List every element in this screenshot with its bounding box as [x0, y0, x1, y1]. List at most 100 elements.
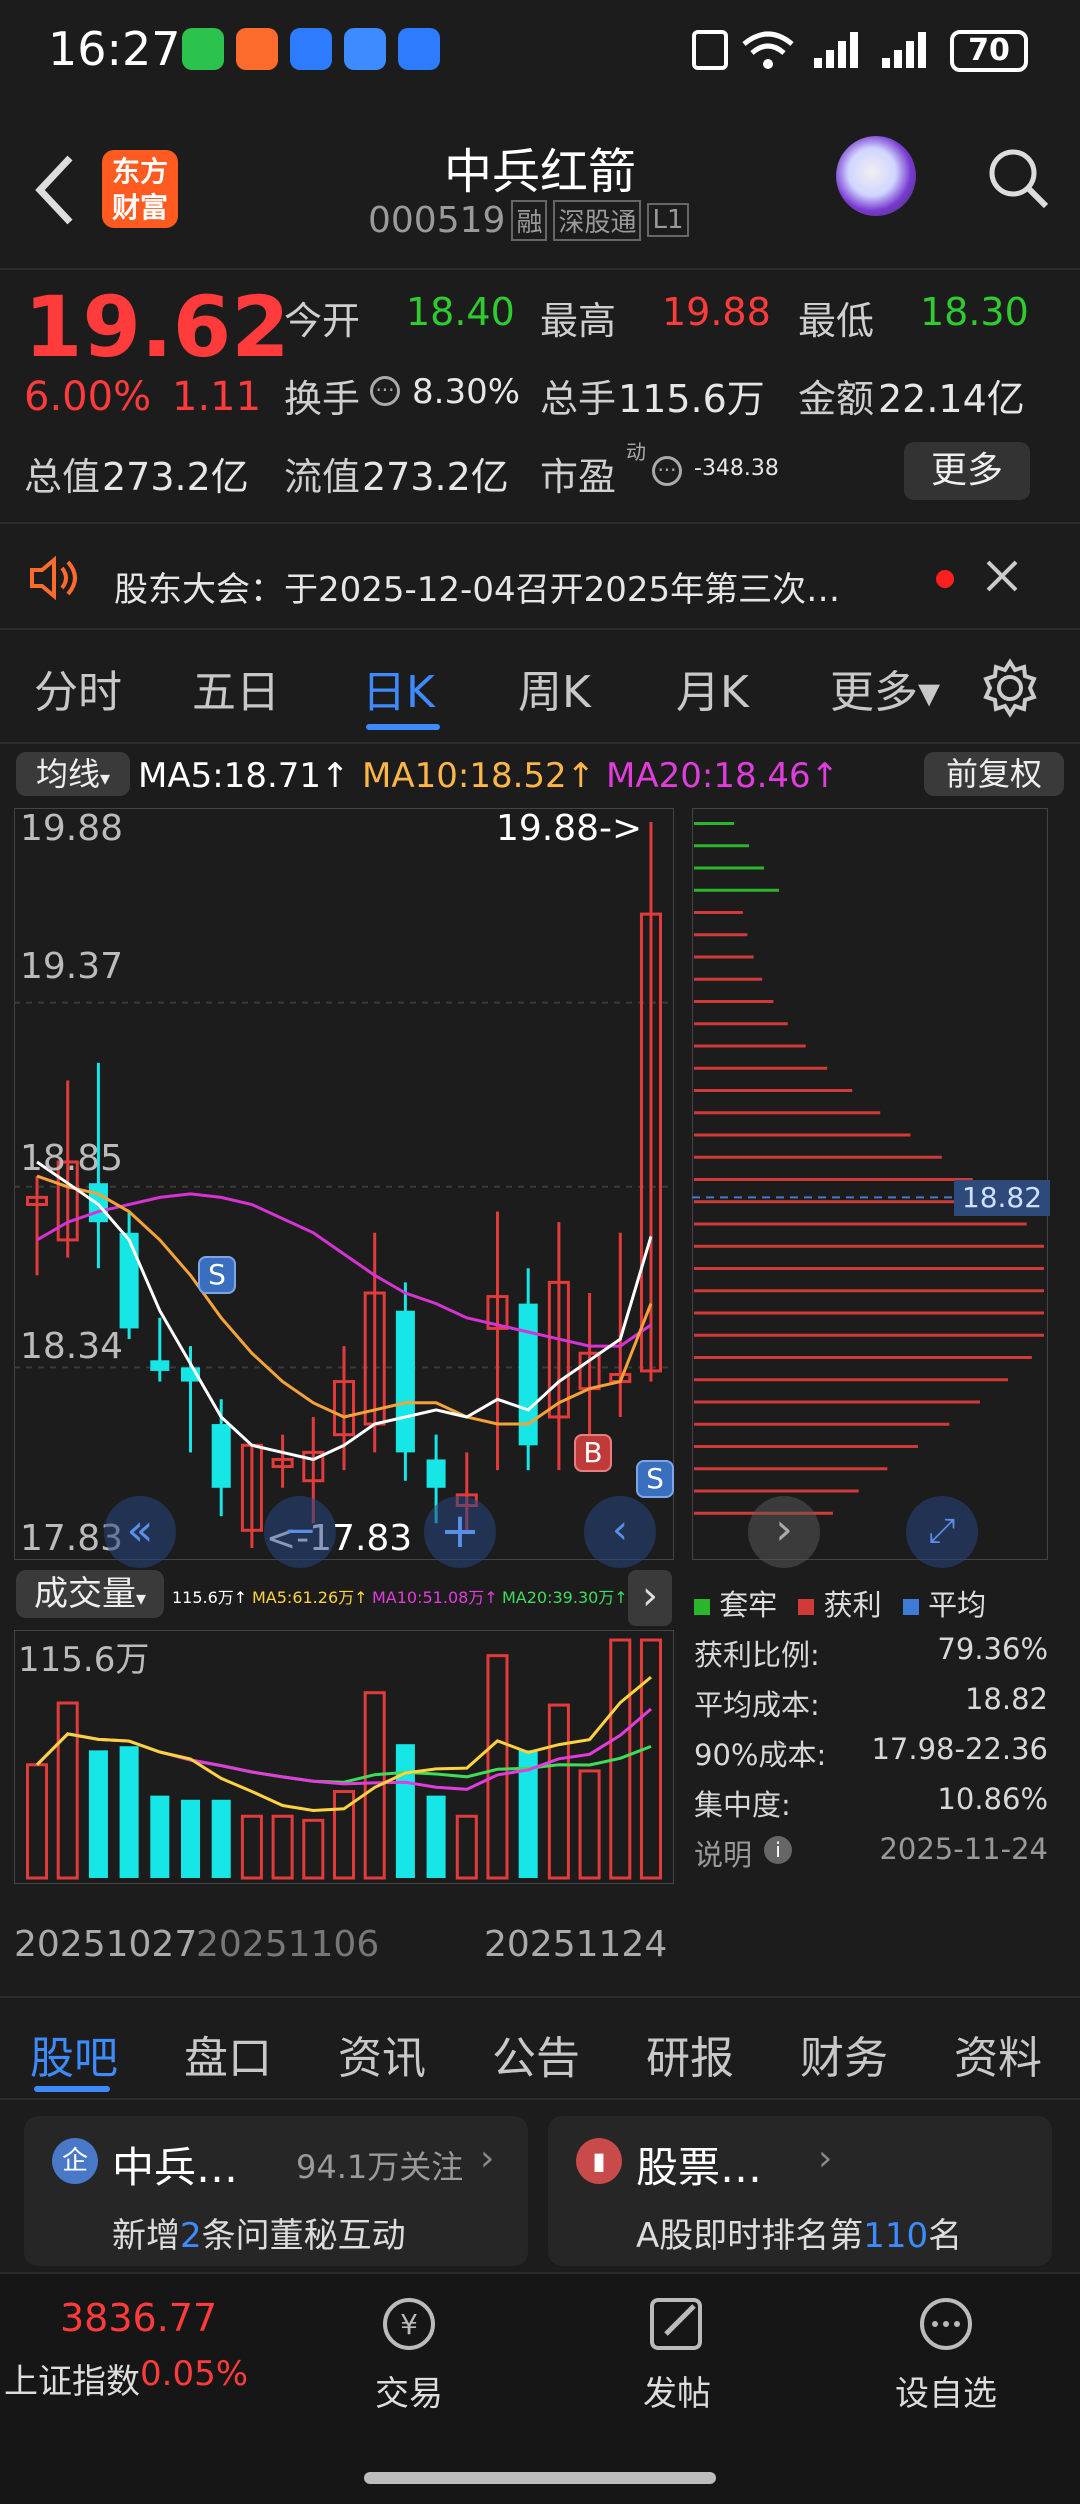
tab-announcements[interactable]: 公告	[492, 2022, 580, 2086]
tab-weekly-k[interactable]: 周K	[518, 656, 591, 720]
zoom-out-icon[interactable]: −	[264, 1496, 336, 1568]
legend-swatch-avg	[902, 1599, 919, 1615]
candle-body	[119, 1232, 139, 1329]
company-card-line: 新增2条问董秘互动	[112, 2208, 406, 2257]
chip-bar	[694, 1022, 788, 1026]
stock-code-row: 000519 融 深股通 L1	[368, 198, 728, 242]
chip-bar	[694, 911, 743, 914]
index-name: 上证指数	[4, 2362, 140, 2402]
tab-monthly-k[interactable]: 月K	[676, 656, 749, 720]
volume-value: 115.6万	[618, 377, 765, 421]
ma-selector[interactable]: 均线▾	[16, 752, 130, 796]
nav-bar: 东方 财富 中兵红箭 000519 融 深股通 L1	[0, 110, 1080, 270]
page-title: 中兵红箭	[443, 144, 636, 200]
quote-panel: 19.62 6.00% 1.11 今开 18.40 最高 19.88 最低 18…	[0, 272, 1080, 522]
sell-marker[interactable]: S	[198, 1256, 236, 1294]
low-label: 最低	[798, 299, 875, 343]
tab-daily-k[interactable]: 日K	[362, 656, 435, 720]
tab-forum[interactable]: 股吧	[30, 2022, 118, 2086]
svg-text:¥: ¥	[400, 2308, 418, 2341]
avg-cost-tag: 18.82	[954, 1180, 1050, 1216]
robot-assistant-icon[interactable]	[836, 136, 916, 216]
change-percent: 6.00%	[24, 374, 152, 420]
amount-label: 金额	[798, 377, 875, 421]
more-dots-icon[interactable]: ···	[370, 376, 400, 406]
y-label-3: 18.85	[20, 1138, 124, 1179]
float-label: 流值	[284, 455, 361, 499]
tab-news[interactable]: 资讯	[338, 2022, 426, 2086]
volume-bar	[578, 1769, 601, 1880]
pe-label: 市盈	[540, 455, 617, 499]
chip-bar	[694, 1333, 1044, 1337]
legend-profit: 获利	[823, 1588, 882, 1622]
chip-bar	[694, 1133, 911, 1137]
volume-bar	[455, 1814, 478, 1880]
company-card[interactable]: 企 中兵… 94.1万关注 › 新增2条问董秘互动	[24, 2116, 528, 2266]
security-icon	[290, 28, 332, 70]
candle-body	[395, 1310, 415, 1453]
index-value: 3836.77	[60, 2296, 218, 2340]
chip-bar	[694, 844, 749, 848]
search-icon[interactable]	[986, 146, 1050, 210]
tab-intraday[interactable]: 分时	[34, 656, 122, 720]
pe-value: -348.38	[694, 456, 779, 481]
buy-marker[interactable]: B	[574, 1434, 612, 1472]
add-watchlist-button[interactable]: 设自选	[884, 2294, 1008, 2424]
close-icon[interactable]	[984, 558, 1020, 594]
chip-note-label: 说明	[694, 1838, 753, 1872]
ma-selector-label: 均线	[35, 755, 100, 793]
chip-row-avg-cost: 平均成本: 18.82	[694, 1682, 1048, 1724]
back-icon[interactable]	[30, 150, 80, 230]
tag-margin: 融	[511, 199, 548, 241]
ranking-card-title: 股票…	[636, 2143, 763, 2192]
volume-next-icon[interactable]: ›	[628, 1570, 672, 1626]
volume-bar	[639, 1638, 662, 1880]
settings-gear-icon[interactable]	[980, 658, 1040, 718]
ranking-card[interactable]: ▮ 股票… › A股即时排名第110名	[548, 2116, 1052, 2266]
trade-button[interactable]: ¥ 交易	[364, 2294, 454, 2424]
float-value: 273.2亿	[362, 455, 509, 499]
tab-order-book[interactable]: 盘口	[184, 2022, 272, 2086]
volume-bar	[150, 1795, 170, 1878]
app-notification-icon	[236, 28, 278, 70]
zoom-in-icon[interactable]: +	[424, 1496, 496, 1568]
chip-bar	[694, 933, 748, 937]
vol-ma5-label: MA5:61.26万↑	[252, 1588, 368, 1607]
adjust-button[interactable]: 前复权	[924, 752, 1064, 796]
volume-max-label: 115.6万	[18, 1640, 150, 1680]
tab-profile[interactable]: 资料	[954, 2022, 1042, 2086]
notice-bar[interactable]: 股东大会：于2025-12-04召开2025年第三次…	[0, 522, 1080, 630]
chip-bar	[694, 866, 764, 870]
expand-icon[interactable]: ⤢	[906, 1496, 978, 1568]
sell-marker-2[interactable]: S	[636, 1460, 674, 1498]
step-back-icon[interactable]: ‹	[584, 1496, 656, 1568]
info-icon[interactable]: i	[764, 1836, 792, 1864]
volume-selector[interactable]: 成交量▾	[16, 1570, 164, 1618]
volume-label: 总手	[540, 377, 617, 421]
tab-financials[interactable]: 财务	[800, 2022, 888, 2086]
tab-five-day[interactable]: 五日	[192, 656, 280, 720]
bottom-nav: 3836.77 上证指数 0.05% ¥ 交易 发帖 设自选	[0, 2272, 1080, 2504]
scroll-left-icon[interactable]: «	[104, 1496, 176, 1568]
pe-more-icon[interactable]: ···	[652, 456, 682, 486]
chip-bar	[694, 1356, 1032, 1359]
volume-bar	[211, 1799, 231, 1878]
ma5-label: MA5:18.71↑	[138, 756, 350, 796]
post-button[interactable]: 发帖	[632, 2294, 722, 2424]
chart-area: 均线▾ MA5:18.71↑ MA10:18.52↑ MA20:18.46↑ 前…	[0, 746, 1080, 1996]
more-button[interactable]: 更多	[904, 442, 1030, 500]
last-price: 19.62	[24, 278, 290, 376]
chip-bar	[694, 888, 779, 892]
company-icon: 企	[52, 2138, 98, 2184]
chip-row-value: 79.36%	[937, 1632, 1048, 1666]
amount-value: 22.14亿	[878, 377, 1025, 421]
tab-more[interactable]: 更多▾	[830, 656, 940, 720]
chip-note-row[interactable]: 说明 i 2025-11-24	[694, 1832, 1048, 1874]
y-label-4: 18.34	[20, 1326, 124, 1367]
ma20-label: MA20:18.46↑	[606, 756, 840, 796]
y-label-high: 19.88	[20, 808, 124, 849]
volume-bar	[395, 1744, 415, 1878]
tab-research[interactable]: 研报	[646, 2022, 734, 2086]
wechat-icon	[182, 28, 224, 70]
chip-next-icon[interactable]: ›	[748, 1496, 820, 1568]
